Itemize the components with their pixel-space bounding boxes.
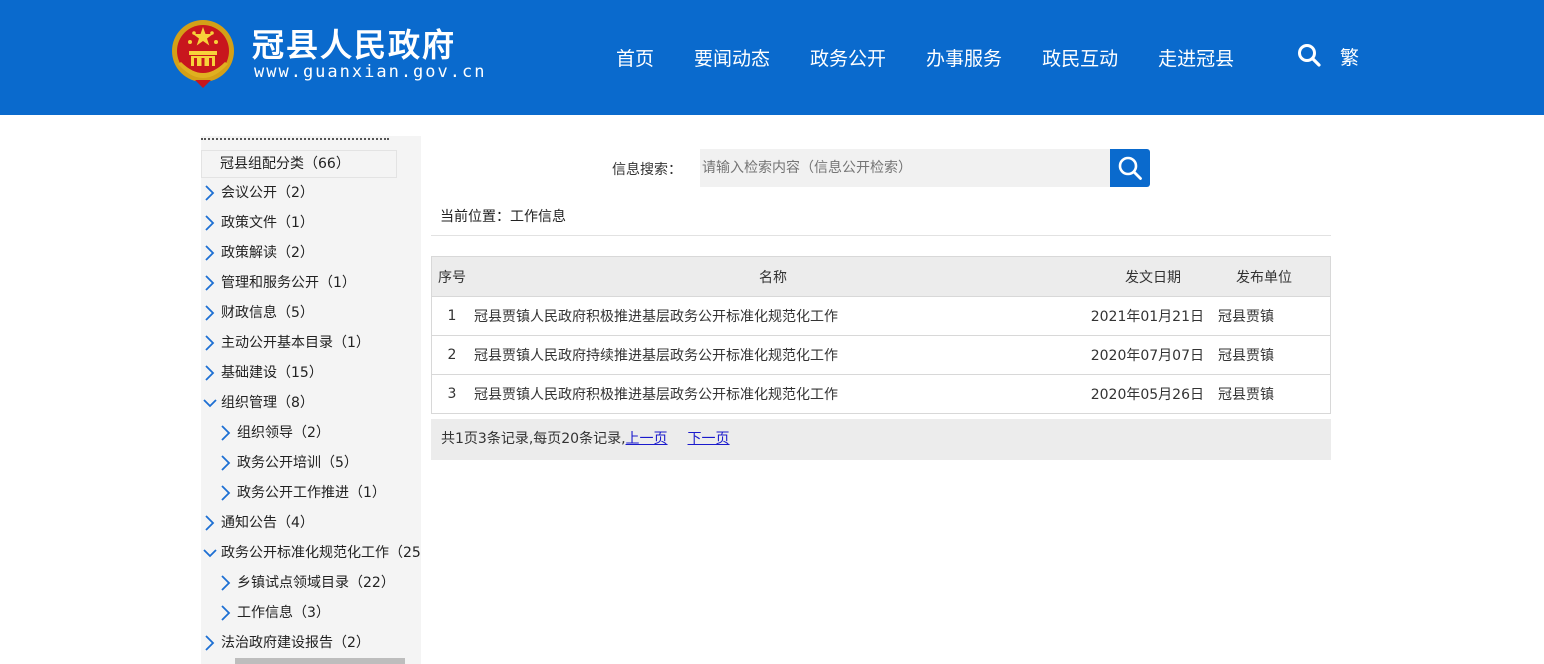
- pagination-summary: 共1页3条记录,每页20条记录,: [441, 431, 626, 447]
- breadcrumb: 当前位置：工作信息: [440, 209, 566, 225]
- search-icon: [1118, 156, 1142, 180]
- row-unit: 冠县贾镇: [1218, 309, 1274, 325]
- sidebar-item-label: 政务公开标准化规范化工作（25）: [221, 545, 421, 561]
- col-header-unit: 发布单位: [1236, 269, 1292, 286]
- sidebar-item[interactable]: 政策文件（1）: [201, 208, 421, 238]
- sidebar-item-label: 法治政府建设报告（2）: [221, 635, 370, 651]
- sidebar-item-label: 工作信息（3）: [237, 605, 330, 621]
- search-label: 信息搜索：: [612, 162, 682, 178]
- prev-page-link[interactable]: 上一页: [626, 431, 668, 447]
- nav-services[interactable]: 办事服务: [906, 38, 1022, 74]
- site-title[interactable]: 冠县人民政府: [252, 20, 456, 66]
- sidebar-item[interactable]: 政务公开培训（5）: [201, 448, 421, 478]
- divider: [431, 235, 1331, 236]
- sidebar-item-label: 基础建设（15）: [221, 365, 323, 381]
- nav-news[interactable]: 要闻动态: [674, 38, 790, 74]
- sidebar-item[interactable]: 政务公开工作推进（1）: [201, 478, 421, 508]
- row-title-link[interactable]: 冠县贾镇人民政府持续推进基层政务公开标准化规范化工作: [472, 345, 1074, 365]
- chevron-right-icon[interactable]: [203, 275, 217, 291]
- sidebar-item-label: 管理和服务公开（1）: [221, 275, 356, 291]
- chevron-right-icon[interactable]: [203, 515, 217, 531]
- sidebar-item[interactable]: 组织领导（2）: [201, 418, 421, 448]
- info-search-input[interactable]: [700, 149, 1110, 187]
- row-no: 2: [447, 347, 457, 363]
- table-row: 1 冠县贾镇人民政府积极推进基层政务公开标准化规范化工作 2021年01月21日…: [432, 296, 1330, 335]
- sidebar-item-label: 主动公开基本目录（1）: [221, 335, 370, 351]
- horizontal-scrollbar[interactable]: [235, 658, 405, 664]
- col-header-date: 发文日期: [1125, 269, 1181, 286]
- sidebar-item[interactable]: 工作信息（3）: [201, 598, 421, 628]
- nav-home[interactable]: 首页: [596, 38, 674, 74]
- sidebar-item[interactable]: 法治政府建设报告（2）: [201, 628, 421, 658]
- chevron-right-icon[interactable]: [203, 215, 217, 231]
- chevron-right-icon[interactable]: [203, 185, 217, 201]
- chevron-right-icon[interactable]: [219, 425, 233, 441]
- row-date: 2021年01月21日: [1090, 309, 1204, 325]
- row-unit: 冠县贾镇: [1218, 387, 1274, 403]
- document-table: 序号 名称 发文日期 发布单位 1 冠县贾镇人民政府积极推进基层政务公开标准化规…: [431, 256, 1331, 414]
- chevron-right-icon[interactable]: [219, 605, 233, 621]
- table-header: 序号 名称 发文日期 发布单位: [432, 257, 1330, 296]
- chevron-right-icon[interactable]: [219, 455, 233, 471]
- site-url: www.guanxian.gov.cn: [254, 62, 487, 82]
- tree-root[interactable]: 冠县组配分类（66）: [201, 150, 397, 178]
- search-icon[interactable]: [1296, 42, 1322, 68]
- sidebar-item-label: 组织管理（8）: [221, 395, 314, 411]
- chevron-right-icon[interactable]: [219, 485, 233, 501]
- col-header-no: 序号: [438, 269, 466, 286]
- row-title-link[interactable]: 冠县贾镇人民政府积极推进基层政务公开标准化规范化工作: [472, 384, 1074, 404]
- sidebar-item-label: 政策文件（1）: [221, 215, 314, 231]
- site-header: 冠县人民政府 www.guanxian.gov.cn 首页 要闻动态 政务公开 …: [0, 0, 1544, 115]
- chevron-right-icon[interactable]: [203, 365, 217, 381]
- row-no: 3: [447, 386, 457, 402]
- chevron-down-icon[interactable]: [203, 395, 217, 411]
- sidebar-item-label: 政策解读（2）: [221, 245, 314, 261]
- nav-interaction[interactable]: 政民互动: [1022, 38, 1138, 74]
- sidebar-item[interactable]: 管理和服务公开（1）: [201, 268, 421, 298]
- category-tree: 冠县组配分类（66） 会议公开（2） 政策文件（1） 政策解读（2） 管理和服务公开（…: [201, 150, 421, 658]
- row-date: 2020年07月07日: [1090, 348, 1204, 364]
- sidebar-item-label: 组织领导（2）: [237, 425, 330, 441]
- sidebar-item-label: 政务公开培训（5）: [237, 455, 358, 471]
- sidebar-item[interactable]: 乡镇试点领域目录（22）: [201, 568, 421, 598]
- next-page-link[interactable]: 下一页: [688, 431, 730, 447]
- chevron-right-icon[interactable]: [203, 635, 217, 651]
- nav-gov-affairs[interactable]: 政务公开: [790, 38, 906, 74]
- chevron-right-icon[interactable]: [203, 335, 217, 351]
- table-row: 3 冠县贾镇人民政府积极推进基层政务公开标准化规范化工作 2020年05月26日…: [432, 374, 1330, 413]
- row-unit: 冠县贾镇: [1218, 348, 1274, 364]
- sidebar-item-label: 会议公开（2）: [221, 185, 314, 201]
- table-row: 2 冠县贾镇人民政府持续推进基层政务公开标准化规范化工作 2020年07月07日…: [432, 335, 1330, 374]
- row-title-link[interactable]: 冠县贾镇人民政府积极推进基层政务公开标准化规范化工作: [472, 306, 1074, 326]
- chevron-right-icon[interactable]: [203, 245, 217, 261]
- chevron-down-icon[interactable]: [203, 545, 217, 561]
- row-no: 1: [447, 308, 457, 324]
- sidebar-item[interactable]: 会议公开（2）: [201, 178, 421, 208]
- sidebar-item[interactable]: 财政信息（5）: [201, 298, 421, 328]
- sidebar-item-label: 财政信息（5）: [221, 305, 314, 321]
- nav-about[interactable]: 走进冠县: [1138, 38, 1254, 74]
- sidebar-item-label: 政务公开工作推进（1）: [237, 485, 386, 501]
- sidebar-divider: [201, 138, 389, 140]
- main-nav: 首页 要闻动态 政务公开 办事服务 政民互动 走进冠县: [596, 38, 1254, 74]
- national-emblem-icon[interactable]: [170, 18, 236, 90]
- sidebar-item[interactable]: 政务公开标准化规范化工作（25）: [201, 538, 421, 568]
- tree-root-label: 冠县组配分类（66）: [220, 156, 350, 172]
- chevron-right-icon[interactable]: [203, 305, 217, 321]
- col-header-name: 名称: [759, 269, 787, 286]
- traditional-chinese-toggle[interactable]: 繁: [1340, 43, 1359, 70]
- chevron-right-icon[interactable]: [219, 575, 233, 591]
- sidebar-item[interactable]: 主动公开基本目录（1）: [201, 328, 421, 358]
- sidebar-item[interactable]: 政策解读（2）: [201, 238, 421, 268]
- sidebar-item[interactable]: 基础建设（15）: [201, 358, 421, 388]
- sidebar-item-label: 通知公告（4）: [221, 515, 314, 531]
- row-date: 2020年05月26日: [1090, 387, 1204, 403]
- sidebar-item-label: 乡镇试点领域目录（22）: [237, 575, 395, 591]
- sidebar-item[interactable]: 通知公告（4）: [201, 508, 421, 538]
- category-sidebar: 冠县组配分类（66） 会议公开（2） 政策文件（1） 政策解读（2） 管理和服务公开（…: [201, 136, 421, 664]
- sidebar-item[interactable]: 组织管理（8）: [201, 388, 421, 418]
- pagination: 共1页3条记录,每页20条记录,上一页 下一页: [431, 419, 1331, 460]
- search-submit-button[interactable]: [1110, 149, 1150, 187]
